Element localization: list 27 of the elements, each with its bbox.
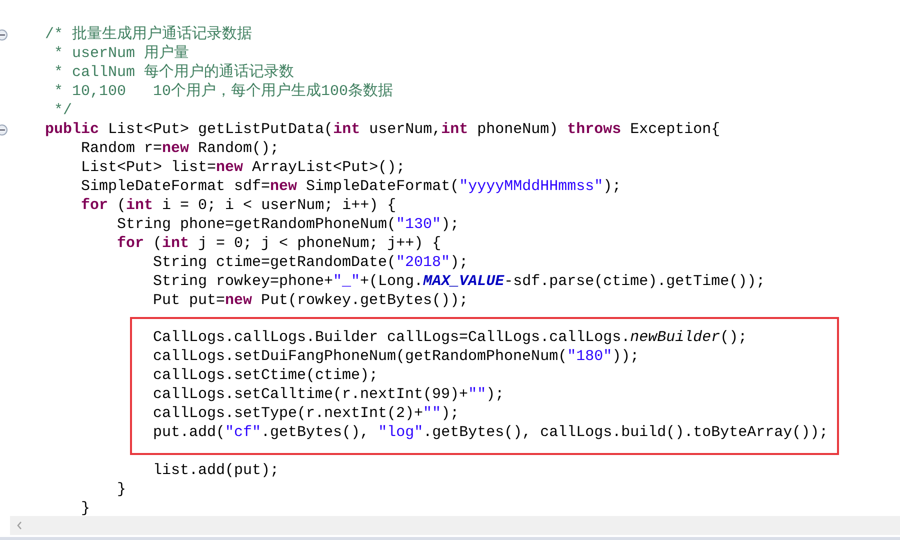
code-line: String ctime=getRandomDate("2018"); [153,253,468,272]
code-line: Put put=new Put(rowkey.getBytes()); [153,291,468,310]
code-line: } [81,499,90,516]
code-line: * callNum 每个用户的通话记录数 [53,63,294,82]
collapse-icon[interactable] [0,124,8,136]
code-line: public List<Put> getListPutData(int userNum,int phoneNum) throws Exception{ [45,120,720,139]
code-line: /* 批量生成用户通话记录数据 [45,25,252,44]
code-line: * 10,100 10个用户，每个用户生成100条数据 [53,82,394,101]
code-line: callLogs.setType(r.nextInt(2)+""); [153,404,460,423]
code-line: callLogs.setDuiFangPhoneNum(getRandomPhoneNum("180")); [153,347,640,366]
code-line: put.add("cf".getBytes(), "log".getBytes(), callLogs.build().toByteArray()); [153,423,828,442]
code-line: CallLogs.callLogs.Builder callLogs=CallLogs.callLogs.newBuilder(); [153,328,748,347]
code-line: callLogs.setCalltime(r.nextInt(99)+""); [153,385,504,404]
code-line: String rowkey=phone+"_"+(Long.MAX_VALUE-sdf.parse(ctime).getTime()); [153,272,766,291]
code-line: for (int i = 0; i < userNum; i++) { [81,196,396,215]
code-line: } [117,480,126,499]
code-line: Random r=new Random(); [81,139,280,158]
horizontal-scrollbar[interactable] [10,516,900,535]
code-line: list.add(put); [153,461,280,480]
code-line: callLogs.setCtime(ctime); [153,366,378,385]
code-line: */ [53,101,72,120]
code-line: List<Put> list=new ArrayList<Put>(); [81,158,406,177]
code-line: for (int j = 0; j < phoneNum; j++) { [117,234,442,253]
code-line: * userNum 用户量 [53,44,190,63]
code-line: String phone=getRandomPhoneNum("130"); [117,215,460,234]
code-line: SimpleDateFormat sdf=new SimpleDateFormat("yyyyMMddHHmmss"); [81,177,622,196]
collapse-icon[interactable] [0,28,8,40]
